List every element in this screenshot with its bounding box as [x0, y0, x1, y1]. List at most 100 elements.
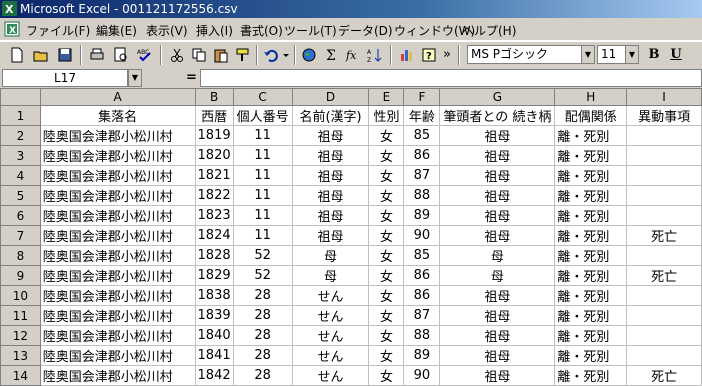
- row-header[interactable]: 8: [0, 245, 41, 266]
- table-cell[interactable]: 87: [403, 165, 441, 186]
- table-cell[interactable]: 1842: [194, 365, 234, 386]
- table-cell[interactable]: せん: [291, 285, 370, 306]
- table-cell[interactable]: 祖母: [291, 205, 370, 226]
- table-cell[interactable]: [626, 325, 702, 346]
- table-cell[interactable]: [626, 145, 702, 166]
- table-cell[interactable]: せん: [291, 365, 370, 386]
- table-cell[interactable]: 90: [403, 225, 441, 246]
- table-cell[interactable]: 離・死別: [554, 285, 628, 306]
- table-cell[interactable]: 1829: [194, 265, 234, 286]
- table-cell[interactable]: 1839: [194, 305, 234, 326]
- table-cell[interactable]: 個人番号: [232, 105, 293, 126]
- table-cell[interactable]: 1840: [194, 325, 234, 346]
- table-cell[interactable]: 祖母: [439, 325, 556, 346]
- table-cell[interactable]: 女: [368, 365, 405, 386]
- table-cell[interactable]: 離・死別: [554, 205, 628, 226]
- column-header[interactable]: I: [626, 88, 702, 106]
- table-cell[interactable]: 祖母: [291, 125, 370, 146]
- table-cell[interactable]: [626, 285, 702, 306]
- table-cell[interactable]: 陸奥国会津郡小松川村: [39, 205, 196, 226]
- table-cell[interactable]: 母: [439, 265, 556, 286]
- table-cell[interactable]: 11: [232, 185, 293, 206]
- table-cell[interactable]: 離・死別: [554, 305, 628, 326]
- table-cell[interactable]: 陸奥国会津郡小松川村: [39, 345, 196, 366]
- help-icon[interactable]: ?: [418, 44, 440, 65]
- table-cell[interactable]: [626, 205, 702, 226]
- table-cell[interactable]: 祖母: [439, 205, 556, 226]
- font-size-select[interactable]: 11: [597, 45, 627, 64]
- print-icon[interactable]: [86, 44, 108, 65]
- table-cell[interactable]: 28: [232, 345, 293, 366]
- sort-ascending-icon[interactable]: AZ: [364, 44, 386, 65]
- row-header[interactable]: 2: [0, 125, 41, 146]
- table-cell[interactable]: 集落名: [39, 105, 196, 126]
- table-cell[interactable]: [626, 345, 702, 366]
- table-cell[interactable]: 28: [232, 365, 293, 386]
- column-header[interactable]: G: [439, 88, 556, 106]
- table-cell[interactable]: 離・死別: [554, 165, 628, 186]
- table-cell[interactable]: 祖母: [439, 225, 556, 246]
- table-cell[interactable]: 11: [232, 225, 293, 246]
- table-cell[interactable]: [626, 125, 702, 146]
- bold-button[interactable]: B: [643, 44, 665, 65]
- function-icon[interactable]: fx: [342, 44, 364, 65]
- table-cell[interactable]: 女: [368, 285, 405, 306]
- table-cell[interactable]: 西暦: [194, 105, 234, 126]
- table-cell[interactable]: 1841: [194, 345, 234, 366]
- table-cell[interactable]: 女: [368, 165, 405, 186]
- table-cell[interactable]: 女: [368, 205, 405, 226]
- underline-button[interactable]: U: [665, 44, 687, 65]
- chart-wizard-icon[interactable]: [396, 44, 418, 65]
- table-cell[interactable]: 女: [368, 265, 405, 286]
- table-cell[interactable]: 祖母: [439, 305, 556, 326]
- table-cell[interactable]: 離・死別: [554, 125, 628, 146]
- table-cell[interactable]: 86: [403, 285, 441, 306]
- select-all-corner[interactable]: [0, 88, 41, 106]
- table-cell[interactable]: 陸奥国会津郡小松川村: [39, 325, 196, 346]
- table-cell[interactable]: 28: [232, 325, 293, 346]
- menu-tools[interactable]: ツール(T): [284, 22, 337, 39]
- table-cell[interactable]: 離・死別: [554, 265, 628, 286]
- format-painter-icon[interactable]: [232, 44, 254, 65]
- table-cell[interactable]: 陸奥国会津郡小松川村: [39, 305, 196, 326]
- table-cell[interactable]: 1828: [194, 245, 234, 266]
- print-preview-icon[interactable]: [110, 44, 132, 65]
- table-cell[interactable]: 陸奥国会津郡小松川村: [39, 285, 196, 306]
- font-name-select[interactable]: MS Pゴシック: [467, 45, 583, 64]
- row-header[interactable]: 6: [0, 205, 41, 226]
- table-cell[interactable]: 離・死別: [554, 225, 628, 246]
- row-header[interactable]: 5: [0, 185, 41, 206]
- workbook-icon[interactable]: X: [4, 21, 20, 37]
- row-header[interactable]: 3: [0, 145, 41, 166]
- table-cell[interactable]: 88: [403, 185, 441, 206]
- table-cell[interactable]: 85: [403, 245, 441, 266]
- column-header[interactable]: A: [39, 88, 196, 106]
- excel-icon[interactable]: X: [2, 1, 17, 16]
- menu-data[interactable]: データ(D): [338, 22, 393, 39]
- column-header[interactable]: H: [554, 88, 628, 106]
- table-cell[interactable]: 陸奥国会津郡小松川村: [39, 265, 196, 286]
- table-cell[interactable]: 11: [232, 145, 293, 166]
- table-cell[interactable]: 86: [403, 265, 441, 286]
- font-size-dropdown-icon[interactable]: ▼: [625, 45, 639, 64]
- table-cell[interactable]: 年齢: [403, 105, 441, 126]
- table-cell[interactable]: 女: [368, 325, 405, 346]
- table-cell[interactable]: 1821: [194, 165, 234, 186]
- menu-insert[interactable]: 挿入(I): [196, 22, 233, 39]
- table-cell[interactable]: 1822: [194, 185, 234, 206]
- name-box-dropdown-icon[interactable]: ▼: [128, 69, 142, 87]
- table-cell[interactable]: 離・死別: [554, 345, 628, 366]
- table-cell[interactable]: 52: [232, 245, 293, 266]
- table-cell[interactable]: 女: [368, 225, 405, 246]
- row-header[interactable]: 7: [0, 225, 41, 246]
- table-cell[interactable]: 1819: [194, 125, 234, 146]
- table-cell[interactable]: 祖母: [439, 345, 556, 366]
- table-cell[interactable]: 祖母: [291, 225, 370, 246]
- row-header[interactable]: 1: [0, 105, 41, 126]
- column-header[interactable]: C: [232, 88, 293, 106]
- table-cell[interactable]: 祖母: [439, 365, 556, 386]
- table-cell[interactable]: 母: [439, 245, 556, 266]
- paste-icon[interactable]: [210, 44, 232, 65]
- save-icon[interactable]: [54, 44, 76, 65]
- table-cell[interactable]: 異動事項: [626, 105, 702, 126]
